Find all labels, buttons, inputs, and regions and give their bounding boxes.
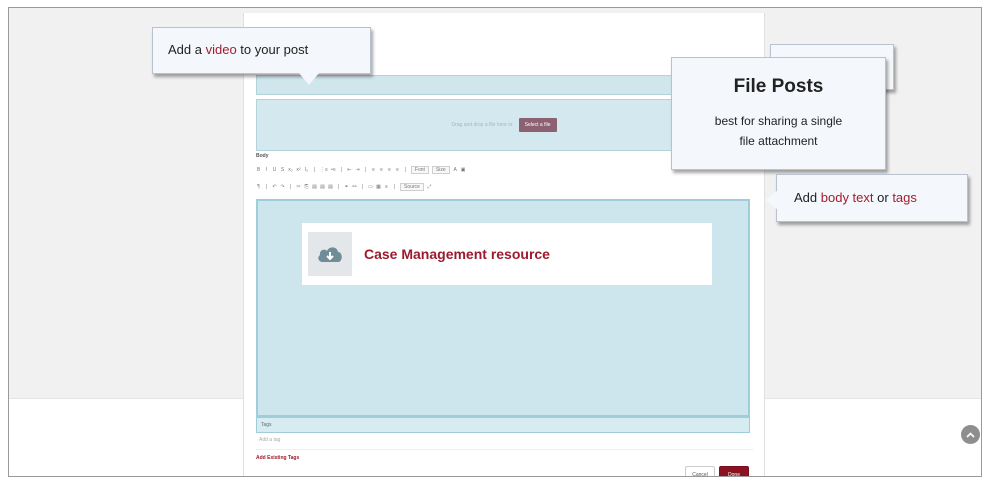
undo-button[interactable]: ↶ xyxy=(272,184,277,190)
toolbar-separator: | xyxy=(404,167,407,173)
underline-button[interactable]: U xyxy=(272,167,277,173)
body-label: Body xyxy=(256,153,269,159)
align-justify-button[interactable]: ≡ xyxy=(395,167,400,173)
file-posts-title: File Posts xyxy=(733,76,824,97)
tag-input[interactable]: Add a tag xyxy=(256,437,753,450)
toolbar-separator: | xyxy=(361,184,364,190)
chevron-up-icon xyxy=(966,431,975,438)
cut-button[interactable]: ✂ xyxy=(296,184,301,190)
video-callout-prefix: Add a xyxy=(168,42,206,57)
subscript-button[interactable]: x₂ xyxy=(288,167,293,173)
file-posts-desc-line2: file attachment xyxy=(739,134,818,148)
background-color-button[interactable]: ▣ xyxy=(461,167,466,173)
body-callout-highlight-body: body text xyxy=(820,190,874,205)
body-callout-middle: or xyxy=(873,190,893,205)
toolbar-separator: | xyxy=(340,167,343,173)
video-callout-suffix: to your post xyxy=(236,42,309,57)
add-existing-tags-link[interactable]: Add Existing Tags xyxy=(256,455,299,461)
cloud-download-icon xyxy=(308,232,352,276)
file-posts-desc-line1: best for sharing a single xyxy=(714,114,843,128)
indent-button[interactable]: ⇥ xyxy=(355,167,360,173)
toolbar-separator: | xyxy=(364,167,367,173)
done-button[interactable]: Done xyxy=(719,466,749,476)
cancel-button[interactable]: Cancel xyxy=(685,466,715,476)
image-button[interactable]: ▭ xyxy=(368,184,373,190)
italic-button[interactable]: I xyxy=(264,167,269,173)
resource-title[interactable]: Case Management resource xyxy=(364,246,550,262)
size-select[interactable]: Size xyxy=(431,166,450,174)
toolbar-separator: | xyxy=(313,167,316,173)
toolbar-separator: | xyxy=(265,184,268,190)
body-editor[interactable]: Case Management resource xyxy=(256,199,750,417)
body-callout-highlight-tags: tags xyxy=(892,190,917,205)
scroll-to-top-button[interactable] xyxy=(961,425,980,444)
outdent-button[interactable]: ⇤ xyxy=(347,167,352,173)
redo-button[interactable]: ↷ xyxy=(280,184,285,190)
video-callout: Add a video to your post xyxy=(152,27,371,85)
source-button[interactable]: Source xyxy=(400,183,424,191)
table-button[interactable]: ▦ xyxy=(376,184,381,190)
text-color-button[interactable]: A xyxy=(453,167,458,173)
toolbar-separator: | xyxy=(289,184,292,190)
paste-word-button[interactable]: ▤ xyxy=(328,184,333,190)
horizontal-rule-button[interactable]: ≡ xyxy=(384,184,389,190)
align-center-button[interactable]: ≡ xyxy=(379,167,384,173)
link-button[interactable]: ⚭ xyxy=(344,184,349,190)
select-file-button[interactable]: Select a file xyxy=(518,118,557,132)
editor-toolbar-row-2: ¶ | ↶ ↷ | ✂ ⎘ ▤ ▤ ▤ | ⚭ ⚯ | ▭ ▦ ≡ | Sour… xyxy=(256,182,432,192)
bullet-list-button[interactable]: •≡ xyxy=(331,167,336,173)
align-right-button[interactable]: ≡ xyxy=(387,167,392,173)
editor-toolbar-row-1: B I U S x₂ x² Iₓ | ⋮≡ •≡ | ⇤ ⇥ | ≡ ≡ ≡ ≡… xyxy=(256,165,466,175)
video-callout-highlight: video xyxy=(205,42,237,57)
bold-button[interactable]: B xyxy=(256,167,261,173)
numbered-list-button[interactable]: ⋮≡ xyxy=(320,167,328,173)
file-posts-description: best for sharing a single file attachmen… xyxy=(672,111,885,151)
tags-label: Tags xyxy=(256,417,750,433)
paste-text-button[interactable]: ▤ xyxy=(320,184,325,190)
file-posts-callout: File Posts best for sharing a single fil… xyxy=(671,57,886,170)
body-callout-prefix: Add xyxy=(794,190,821,205)
superscript-button[interactable]: x² xyxy=(296,167,301,173)
maximize-button[interactable]: ⤢ xyxy=(427,184,432,190)
drop-instruction: Drag and drop a file here or xyxy=(451,122,513,128)
toolbar-separator: | xyxy=(393,184,396,190)
clear-format-button[interactable]: Iₓ xyxy=(304,167,309,173)
strike-button[interactable]: S xyxy=(280,167,285,173)
paragraph-button[interactable]: ¶ xyxy=(256,184,261,190)
align-left-button[interactable]: ≡ xyxy=(371,167,376,173)
paste-button[interactable]: ▤ xyxy=(312,184,317,190)
copy-button[interactable]: ⎘ xyxy=(304,184,309,190)
font-select[interactable]: Font xyxy=(410,166,429,174)
unlink-button[interactable]: ⚯ xyxy=(352,184,357,190)
body-text-callout: Add body text or tags xyxy=(765,174,968,222)
toolbar-separator: | xyxy=(337,184,340,190)
resource-attachment[interactable]: Case Management resource xyxy=(302,223,712,285)
